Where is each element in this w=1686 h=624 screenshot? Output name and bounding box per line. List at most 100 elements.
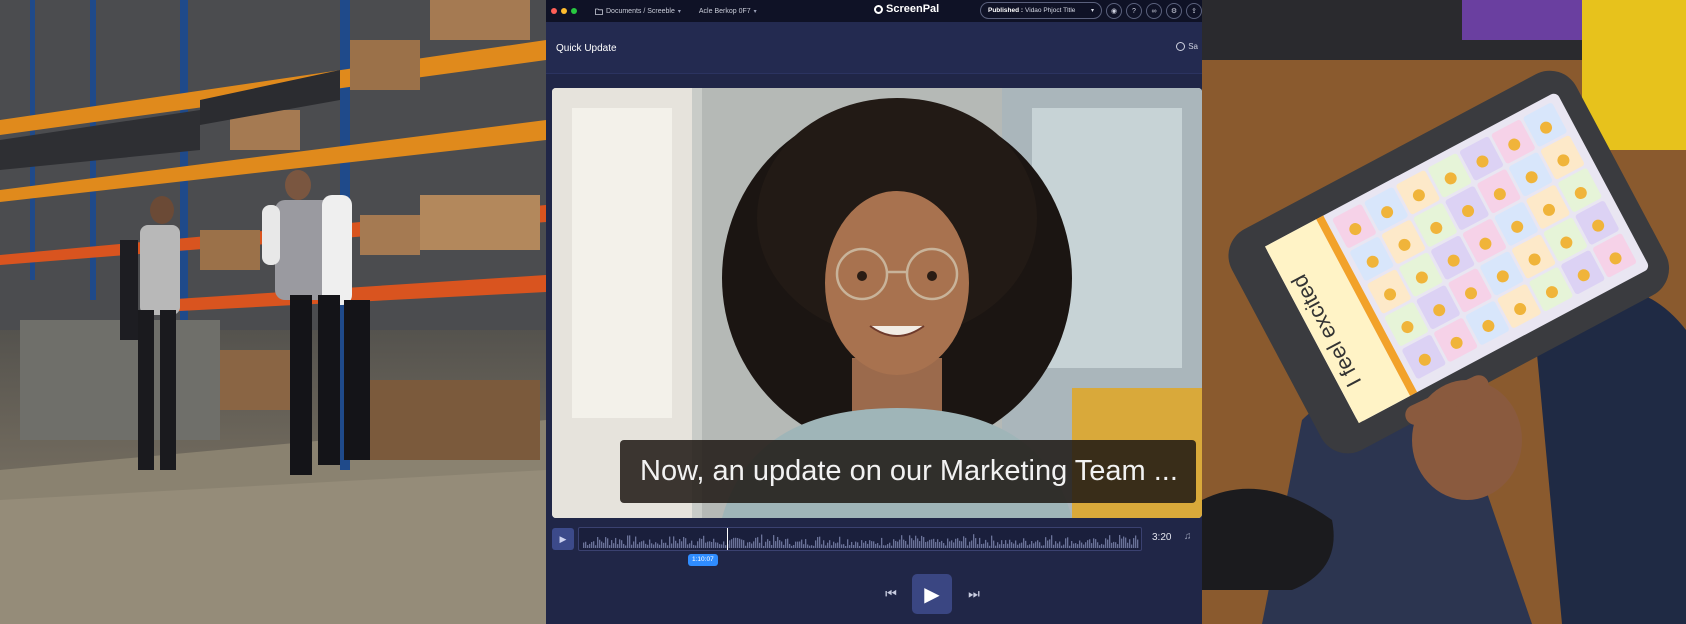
waveform-bar [881,537,883,548]
waveform-bar [841,544,843,548]
publish-prefix: Published : [988,7,1024,14]
playhead[interactable] [727,528,728,550]
waveform-bar [1039,542,1041,548]
settings-icon[interactable]: ⚙ [1166,3,1182,19]
waveform-bar [1135,535,1137,548]
waveform-bar [733,537,735,548]
waveform-bar [773,535,775,548]
waveform-bar [985,539,987,548]
waveform-bar [1115,542,1117,548]
waveform-bar [651,543,653,548]
waveform-bar [997,542,999,548]
waveform-bar [639,542,641,548]
chevron-down-icon: ▾ [1090,8,1094,14]
minimize-window-button[interactable] [561,8,567,14]
waveform-bar [991,535,993,548]
waveform-bar [915,535,917,548]
skip-back-button[interactable]: ⏮ [881,574,901,614]
waveform-bar [999,544,1001,548]
waveform-bar [965,537,967,548]
waveform-bar [1127,542,1129,548]
music-note-icon[interactable]: ♫ [1184,531,1192,542]
waveform-bar [701,538,703,548]
playback-controls: ⏮ ▶ ⏭ [546,574,1202,614]
waveform-bar [791,545,793,548]
waveform-bar [1031,540,1033,548]
playhead-time-badge: 1:10:07 [688,554,718,566]
publish-status-dropdown[interactable]: Published : Vidao Phjoct Tltle ▾ [980,2,1102,19]
waveform-bar [1111,542,1113,548]
waveform-bar [951,540,953,548]
waveform-bar [657,543,659,548]
waveform-bar [775,541,777,548]
breadcrumb[interactable]: Documents / Screeble ▾ [595,8,681,15]
waveform-bar [921,535,923,548]
waveform-bar [637,544,639,548]
waveform-bar [1013,543,1015,548]
waveform-bar [899,539,901,548]
waveform-bar [961,541,963,548]
video-preview[interactable]: Now, an update on our Marketing Team ... [552,88,1202,518]
waveform-bar [1079,540,1081,548]
waveform-bar [671,543,673,548]
waveform-track[interactable] [578,527,1142,551]
waveform-bar [893,539,895,548]
waveform-bar [625,545,627,548]
waveform-bar [987,542,989,548]
save-label: Sa [1188,42,1198,51]
waveform-bar [747,542,749,548]
waveform-bar [941,540,943,548]
waveform-bar [1037,540,1039,548]
preview-icon[interactable]: ◉ [1106,3,1122,19]
waveform-bar [971,540,973,548]
waveform-bar [591,542,593,548]
waveform-bar [1009,539,1011,548]
waveform-bar [981,543,983,548]
waveform-bar [749,541,751,548]
waveform-bar [1035,541,1037,548]
waveform-bar [723,541,725,548]
waveform-bar [1003,544,1005,548]
share-icon[interactable]: ⇪ [1186,3,1202,19]
waveform-bar [1105,538,1107,548]
save-button[interactable]: Sa [1176,42,1198,51]
skip-forward-icon: ⏭ [968,586,980,601]
waveform-bar [907,544,909,548]
waveform-bar [647,544,649,548]
publish-title: Vidao Phjoct Tltle [1025,7,1076,14]
help-icon[interactable]: ? [1126,3,1142,19]
waveform-bar [1053,544,1055,548]
zoom-window-button[interactable] [571,8,577,14]
waveform-bar [995,545,997,548]
waveform-bar [969,541,971,548]
waveform-bar [805,539,807,548]
waveform-bar [929,539,931,548]
waveform-bar [823,540,825,548]
timeline-play-button[interactable]: ▶ [552,528,574,550]
waveform-bar [845,545,847,548]
waveform-bar [781,541,783,548]
waveform-bar [979,537,981,548]
close-window-button[interactable] [551,8,557,14]
waveform-bar [903,539,905,548]
waveform-bar [931,539,933,548]
waveform-bar [843,544,845,548]
skip-forward-button[interactable]: ⏭ [964,574,984,614]
waveform-bar [593,541,595,548]
waveform-bar [819,536,821,548]
waveform-bar [977,544,979,548]
waveform-bar [1017,544,1019,548]
waveform-bar [709,541,711,548]
link-icon[interactable]: ∞ [1146,3,1162,19]
play-button[interactable]: ▶ [912,574,952,614]
waveform-bar [643,540,645,548]
waveform-bar [975,538,977,548]
waveform-bar [1103,544,1105,548]
waveform-bar [641,541,643,548]
waveform-bar [1029,544,1031,548]
waveform-bar [645,543,647,548]
project-selector[interactable]: Acle Berkop 0F7 ▾ [699,8,757,15]
waveform-bar [831,545,833,548]
waveform [583,534,1139,548]
waveform-bar [945,545,947,548]
